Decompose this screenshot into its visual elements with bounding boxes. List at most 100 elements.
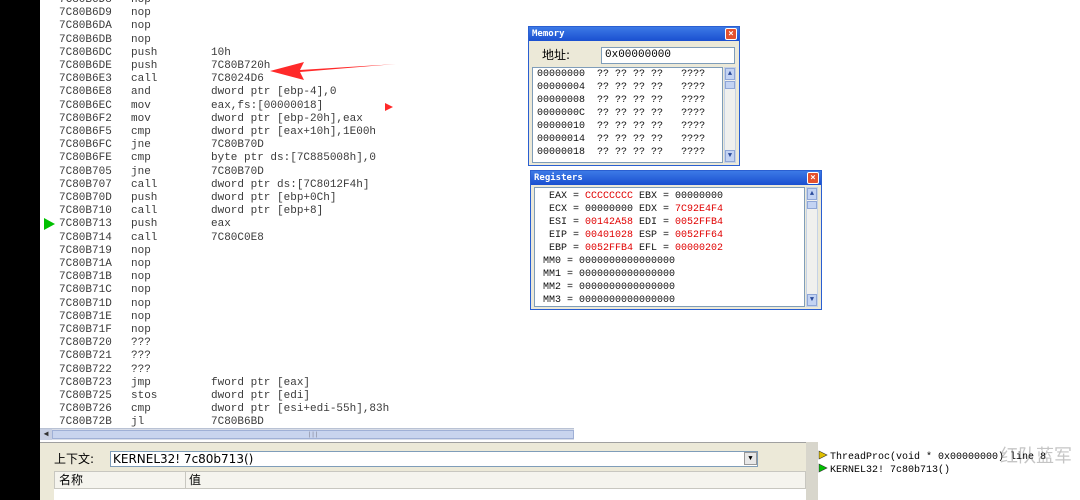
registers-title-bar[interactable]: Registers × [531,171,821,185]
close-icon[interactable]: × [725,28,737,40]
register-row: MM0 = 0000000000000000 [535,255,804,268]
instruction-mnemonic: nop [131,284,151,297]
memory-spacer [663,134,681,145]
memory-ascii: ???? [681,95,706,106]
scroll-thumb[interactable]: ||| [52,430,574,439]
instruction-address: 7C80B70D [59,192,112,204]
registers-window[interactable]: Registers × EAX = CCCCCCCC EBX = 0000000… [530,170,822,310]
memory-row[interactable]: 00000000 ?? ?? ?? ?? ???? [533,68,722,81]
memory-window[interactable]: Memory × 地址: 0x00000000 00000000 ?? ?? ?… [528,26,740,166]
scroll-up-icon[interactable]: ▲ [725,68,735,80]
register-name: MM1 = [543,269,580,280]
register-value[interactable]: 7C92E4F4 [675,204,723,215]
context-label: 上下文: [54,452,95,466]
horizontal-scrollbar[interactable]: ◀ ||| [40,428,574,440]
memory-title-bar[interactable]: Memory × [529,27,739,41]
register-name: MM2 = [543,282,580,293]
instruction-address: 7C80B725 [59,390,112,402]
memory-row[interactable]: 0000000C ?? ?? ?? ?? ???? [533,107,722,120]
close-icon[interactable]: × [807,172,819,184]
memory-row[interactable]: 00000008 ?? ?? ?? ?? ???? [533,94,722,107]
register-value[interactable]: CCCCCCCC [585,191,633,202]
register-value[interactable]: 0000000000000000 [579,295,675,306]
memory-row[interactable]: 00000018 ?? ?? ?? ?? ???? [533,146,722,159]
registers-scrollbar[interactable]: ▲ ▼ [806,187,818,307]
address-input[interactable]: 0x00000000 [601,47,735,64]
memory-spacer [663,82,681,93]
scroll-up-icon[interactable]: ▲ [807,188,817,200]
panel-splitter[interactable] [806,442,818,500]
instruction-mnemonic: nop [131,310,151,323]
variables-table-body[interactable] [54,489,806,500]
memory-spacer [585,121,597,132]
annotation-arrow [270,62,396,80]
register-name: EAX = [543,191,586,202]
scroll-thumb[interactable] [725,81,735,89]
instruction-mnemonic: nop [131,297,151,310]
call-stack-text: KERNEL32! 7c80b713() [830,465,951,476]
instruction-address: 7C80B6F2 [59,112,112,125]
instruction-mnemonic: call [131,73,158,86]
column-divider[interactable] [185,472,186,488]
memory-bytes: ?? ?? ?? ?? [597,82,664,93]
variables-panel: 上下文: KERNEL32! 7c80b713() ▼ 名称 值 [40,442,806,500]
register-value[interactable]: 0000000000000000 [579,269,675,280]
memory-address: 00000018 [537,147,586,158]
context-select[interactable]: KERNEL32! 7c80b713() [110,451,758,467]
scroll-down-icon[interactable]: ▼ [725,150,735,162]
memory-grid[interactable]: 00000000 ?? ?? ?? ?? ???? 00000004 ?? ?? … [532,67,723,163]
memory-row[interactable]: 00000004 ?? ?? ?? ?? ???? [533,81,722,94]
register-value[interactable]: 0000000000000000 [579,282,675,293]
instruction-operand: dword ptr [esi+edi-55h],83h [211,403,390,416]
register-list[interactable]: EAX = CCCCCCCC EBX = 00000000 ECX = 0000… [534,187,805,307]
address-label: 地址: [542,48,571,62]
register-value[interactable]: 0052FFB4 [675,217,723,228]
instruction-address: 7C80B71F [59,324,112,336]
instruction-operand: byte ptr ds:[7C885008h],0 [211,152,377,165]
column-name[interactable]: 名称 [59,472,83,488]
instruction-address: 7C80B6FC [59,139,112,152]
instruction-address: 7C80B6E8 [59,86,112,99]
scroll-down-icon[interactable]: ▼ [807,294,817,306]
register-value[interactable]: 0052FFB4 [585,243,633,254]
instruction-address: 7C80B6FE [59,152,112,165]
memory-bytes: ?? ?? ?? ?? [597,95,664,106]
chevron-down-icon[interactable]: ▼ [744,452,757,465]
instruction-mnemonic: cmp [131,403,151,416]
column-value[interactable]: 值 [189,472,201,488]
scroll-left-button[interactable]: ◀ [40,429,52,440]
address-label-area: 地址: [532,45,604,65]
instruction-operand: dword ptr [eax+10h],1E00h [211,126,377,138]
current-instruction-icon [44,218,55,231]
memory-scrollbar[interactable]: ▲ ▼ [724,67,736,163]
memory-row[interactable]: 00000010 ?? ?? ?? ?? ???? [533,120,722,133]
memory-spacer [663,108,681,119]
call-stack-item[interactable]: KERNEL32! 7c80b713() [818,463,950,476]
instruction-address: 7C80B726 [59,403,112,416]
memory-spacer [585,82,597,93]
memory-spacer [585,95,597,106]
memory-ascii: ???? [681,108,706,119]
register-value[interactable]: 00000000 [675,191,723,202]
memory-ascii: ???? [681,121,706,132]
memory-address: 00000008 [537,95,586,106]
memory-row[interactable]: 00000014 ?? ?? ?? ?? ???? [533,133,722,146]
memory-address: 00000014 [537,134,586,145]
register-value[interactable]: 00401028 [585,230,633,241]
register-value[interactable]: 0052FF64 [675,230,723,241]
register-row: MM2 = 0000000000000000 [535,281,804,294]
register-name: ECX = [543,204,586,215]
scroll-thumb[interactable] [807,201,817,209]
register-value[interactable]: 00000000 [585,204,633,215]
instruction-address: 7C80B714 [59,231,112,244]
instruction-address: 7C80B6DA [59,20,112,33]
instruction-operand: eax,fs:[00000018] [211,99,324,112]
register-value[interactable]: 00142A58 [585,217,633,228]
instruction-operand: dword ptr [ebp-4],0 [211,86,337,99]
instruction-mnemonic: cmp [131,126,151,138]
register-value[interactable]: 0000000000000000 [579,256,675,267]
instruction-address: 7C80B713 [59,218,112,231]
instruction-address: 7C80B721 [59,350,112,363]
register-name: EFL = [633,243,676,254]
register-value[interactable]: 00000202 [675,243,723,254]
